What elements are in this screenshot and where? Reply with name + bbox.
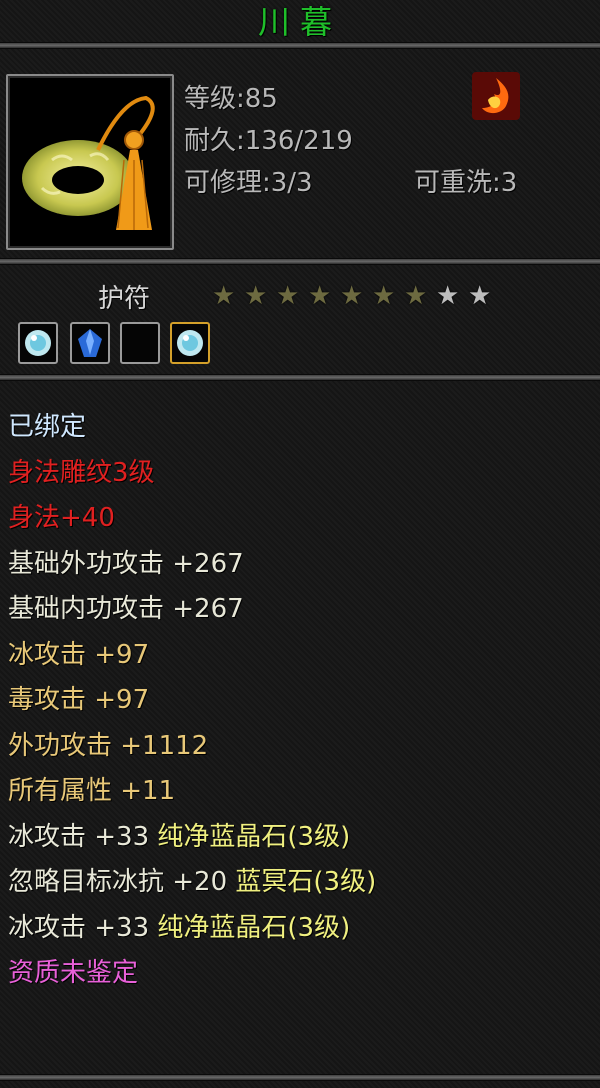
attribute-line: 忽略目标冰抗 +20 蓝冥石(3级) — [8, 861, 376, 898]
fire-element-icon — [472, 72, 520, 120]
attribute-line: 基础外功攻击 +267 — [8, 548, 244, 579]
star-dim-icon: ★ — [468, 281, 492, 311]
repair-stat: 可修理:3/3 — [184, 168, 313, 198]
attribute-line: 基础内功攻击 +267 — [8, 594, 244, 624]
gem-socket[interactable] — [70, 322, 110, 364]
star-lit-icon: ★ — [404, 281, 428, 311]
attribute-line: 外功攻击 +1112 — [8, 730, 209, 761]
divider — [0, 258, 600, 265]
item-icon-slot[interactable] — [6, 74, 174, 250]
white-crystal-icon — [177, 330, 203, 356]
star-lit-icon: ★ — [308, 281, 332, 311]
jade-ring-icon — [22, 95, 155, 230]
gem-source-label: 蓝冥石(3级) — [235, 867, 377, 897]
gem-source-label: 纯净蓝晶石(3级) — [157, 912, 351, 943]
item-type-label: 护符 — [98, 284, 151, 314]
attribute-line: 身法+40 — [8, 503, 115, 533]
star-lit-icon: ★ — [340, 281, 364, 311]
star-dim-icon: ★ — [436, 281, 460, 311]
attribute-line: 资质未鉴定 — [8, 958, 139, 988]
gem-socket[interactable] — [170, 322, 210, 364]
divider — [0, 374, 600, 381]
item-tooltip-panel: 川暮 等级:85 耐久:136/219 可修理:3/3 可重洗:3 护符 ★ ★… — [0, 0, 600, 1088]
divider — [0, 1074, 600, 1081]
attribute-value: 冰攻击 +33 — [8, 912, 158, 943]
attribute-line: 冰攻击 +33 纯净蓝晶石(3级) — [8, 907, 350, 944]
level-stat: 等级:85 — [184, 84, 278, 114]
divider — [0, 42, 600, 49]
rewash-stat: 可重洗:3 — [414, 168, 518, 198]
star-lit-icon: ★ — [276, 281, 300, 311]
attribute-line: 毒攻击 +97 — [8, 685, 150, 715]
attribute-line: 所有属性 +11 — [8, 776, 176, 806]
attribute-line: 已绑定 — [8, 412, 87, 442]
star-lit-icon: ★ — [244, 281, 268, 311]
star-lit-icon: ★ — [372, 281, 396, 311]
durability-stat: 耐久:136/219 — [184, 126, 353, 156]
attribute-line: 身法雕纹3级 — [8, 457, 155, 488]
empty-socket[interactable] — [120, 322, 160, 364]
blue-crystal-icon — [78, 329, 102, 357]
attribute-value: 冰攻击 +33 — [8, 821, 158, 852]
item-name: 川暮 — [257, 3, 342, 41]
attribute-line: 冰攻击 +97 — [8, 639, 150, 670]
attribute-value: 忽略目标冰抗 +20 — [8, 867, 236, 897]
gem-socket[interactable] — [18, 322, 58, 364]
star-lit-icon: ★ — [212, 281, 236, 311]
white-crystal-icon — [25, 330, 51, 356]
gem-source-label: 纯净蓝晶石(3级) — [157, 821, 351, 852]
attribute-line: 冰攻击 +33 纯净蓝晶石(3级) — [8, 816, 350, 853]
